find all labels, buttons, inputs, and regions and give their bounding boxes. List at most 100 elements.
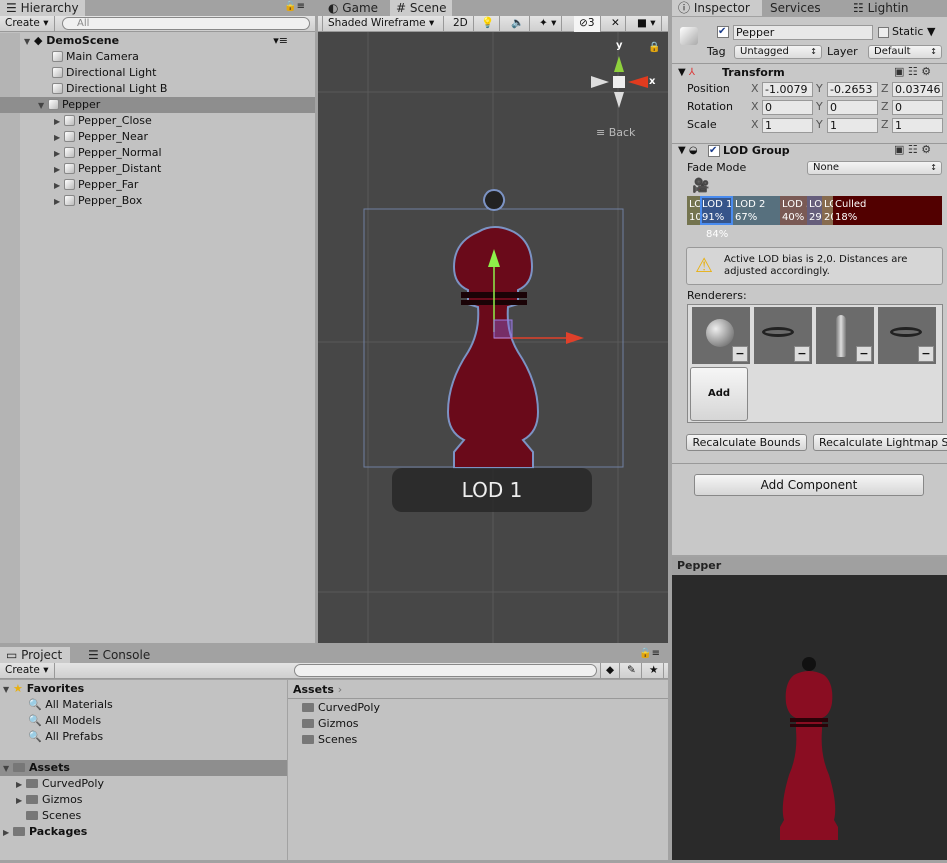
renderer-slot[interactable]: −: [878, 307, 936, 364]
breadcrumb[interactable]: Assets ›: [293, 682, 342, 698]
hierarchy-item[interactable]: ▶ Pepper_Box: [54, 193, 142, 209]
tab-inspector[interactable]: ⓘ Inspector: [672, 0, 762, 16]
renderer-slot[interactable]: −: [692, 307, 750, 364]
tab-project[interactable]: ▭ Project: [0, 647, 70, 663]
recalculate-bounds-button[interactable]: Recalculate Bounds: [686, 434, 807, 451]
asset-folder[interactable]: ▶ CurvedPoly: [16, 776, 104, 792]
preview-viewport[interactable]: [672, 575, 947, 860]
hierarchy-item-selected[interactable]: ▼ Pepper: [0, 97, 315, 113]
active-checkbox[interactable]: ✔: [717, 26, 729, 38]
tab-game[interactable]: ◐ Game: [322, 0, 384, 16]
tab-services[interactable]: Services: [764, 0, 827, 16]
x-field[interactable]: 1: [762, 118, 813, 133]
draw-mode-dropdown[interactable]: Shaded Wireframe ▾: [322, 16, 444, 32]
effects-dropdown-icon[interactable]: ✦ ▾: [534, 16, 563, 32]
tab-lighting[interactable]: ☷ Lightin: [847, 0, 914, 16]
scene-viewport[interactable]: y x 🔒 ≡ Back LOD 1: [318, 32, 668, 643]
back-button[interactable]: ≡ Back: [596, 126, 635, 139]
z-field[interactable]: 1: [892, 118, 943, 133]
foldout-arrow[interactable]: ▼ ⅄: [678, 66, 695, 80]
y-field[interactable]: 0: [827, 100, 878, 115]
packages-folder[interactable]: ▶ Packages: [3, 824, 87, 840]
lod-segment[interactable]: Culled 18%: [833, 196, 942, 225]
static-label[interactable]: Static ▼: [892, 25, 935, 39]
add-component-button[interactable]: Add Component: [694, 474, 924, 496]
lod-segment[interactable]: LOD 2 67%: [733, 196, 780, 225]
renderer-slot[interactable]: −: [754, 307, 812, 364]
lock-menu-icon[interactable]: 🔒≡: [639, 648, 660, 659]
x-field[interactable]: -1.0079: [762, 82, 813, 97]
hierarchy-item[interactable]: ▶ Pepper_Near: [54, 129, 148, 145]
2d-toggle[interactable]: 2D: [448, 16, 474, 32]
asset-folder[interactable]: ▶ Gizmos: [16, 792, 83, 808]
lod-segment[interactable]: LOD 0 100%: [687, 196, 700, 225]
hidden-objects-toggle[interactable]: ⊘3: [574, 16, 601, 32]
lod-segment[interactable]: LOD 5 20%: [822, 196, 833, 225]
camera-dropdown-icon[interactable]: ■ ▾: [632, 16, 662, 32]
preview-header[interactable]: Pepper: [672, 557, 947, 575]
y-field[interactable]: -0.2653: [827, 82, 878, 97]
x-field[interactable]: 0: [762, 100, 813, 115]
assets-folder[interactable]: ▼ Assets: [0, 760, 287, 776]
add-renderer-button[interactable]: Add: [690, 367, 748, 421]
lock-icon[interactable]: 🔒: [648, 42, 660, 53]
name-field[interactable]: Pepper: [733, 25, 873, 40]
lighting-toggle-icon[interactable]: 💡: [476, 16, 501, 32]
hierarchy-item[interactable]: ▶ Pepper_Normal: [54, 145, 162, 161]
remove-renderer-button[interactable]: −: [856, 346, 872, 362]
plane-handle[interactable]: [493, 319, 513, 339]
hierarchy-item[interactable]: ▶ Pepper_Close: [54, 113, 152, 129]
tools-icon[interactable]: ✕: [606, 16, 626, 32]
z-field[interactable]: 0.03746: [892, 82, 943, 97]
favorite-item[interactable]: 🔍 All Prefabs: [28, 729, 103, 745]
tag-dropdown[interactable]: Untagged: [734, 45, 822, 59]
hierarchy-item[interactable]: Directional Light B: [52, 81, 167, 97]
camera-icon[interactable]: 🎥: [692, 178, 709, 194]
create-dropdown[interactable]: Create ▾: [0, 663, 55, 679]
component-help-settings-icon[interactable]: ▣ ☷ ⚙: [894, 143, 931, 157]
hierarchy-item[interactable]: Directional Light: [52, 65, 156, 81]
remove-renderer-button[interactable]: −: [732, 346, 748, 362]
lod-enabled-checkbox[interactable]: ✔: [708, 145, 720, 157]
favorite-item[interactable]: 🔍 All Models: [28, 713, 101, 729]
create-dropdown[interactable]: Create ▾: [0, 16, 55, 32]
project-search[interactable]: [294, 664, 597, 677]
asset-folder-item[interactable]: Gizmos: [302, 716, 359, 732]
lock-menu-icon[interactable]: 🔒≡: [284, 1, 305, 12]
tab-hierarchy[interactable]: ☰ Hierarchy: [0, 0, 85, 16]
hierarchy-item[interactable]: ▶ Pepper_Far: [54, 177, 138, 193]
scene-root[interactable]: ▼ ◆ DemoScene ▾≡: [24, 33, 314, 49]
foldout-arrow[interactable]: ▼ ◒: [678, 144, 698, 158]
static-checkbox[interactable]: [878, 27, 889, 38]
lod-segment[interactable]: LOD 1 91%: [700, 196, 733, 225]
folder-icon: [302, 735, 314, 744]
recalculate-lightmap-button[interactable]: Recalculate Lightmap Scale: [813, 434, 947, 451]
favorites-folder[interactable]: ▼ ★ Favorites: [3, 681, 84, 697]
asset-folder-item[interactable]: Scenes: [302, 732, 357, 748]
remove-renderer-button[interactable]: −: [794, 346, 810, 362]
layer-dropdown[interactable]: Default: [868, 45, 942, 59]
y-field[interactable]: 1: [827, 118, 878, 133]
asset-folder-item[interactable]: CurvedPoly: [302, 700, 380, 716]
tab-console[interactable]: ☰ Console: [82, 647, 156, 663]
ring-thumbnail: [890, 327, 922, 337]
orientation-gizmo[interactable]: [591, 56, 648, 108]
lod-segment[interactable]: LOD 4 29%: [807, 196, 822, 225]
hierarchy-item[interactable]: Main Camera: [52, 49, 139, 65]
favorite-star-icon[interactable]: ★: [644, 663, 665, 679]
filter-label-icon[interactable]: ✎: [622, 663, 642, 679]
favorite-item[interactable]: 🔍 All Materials: [28, 697, 113, 713]
hierarchy-item[interactable]: ▶ Pepper_Distant: [54, 161, 161, 177]
fade-mode-dropdown[interactable]: None: [807, 161, 942, 175]
hierarchy-search[interactable]: All: [62, 17, 310, 30]
tab-scene[interactable]: # Scene: [390, 0, 453, 16]
asset-folder[interactable]: Scenes: [16, 808, 81, 824]
lod-segment[interactable]: LOD 3 40%: [780, 196, 807, 225]
z-field[interactable]: 0: [892, 100, 943, 115]
lod-bar[interactable]: LOD 0 100%LOD 1 91% LOD 2 67% LOD 3 40% LOD 4 29…: [687, 196, 942, 225]
remove-renderer-button[interactable]: −: [918, 346, 934, 362]
audio-toggle-icon[interactable]: 🔈: [506, 16, 531, 32]
component-help-settings-icon[interactable]: ▣ ☷ ⚙: [894, 65, 931, 79]
filter-type-icon[interactable]: ◆: [600, 663, 621, 679]
renderer-slot[interactable]: −: [816, 307, 874, 364]
